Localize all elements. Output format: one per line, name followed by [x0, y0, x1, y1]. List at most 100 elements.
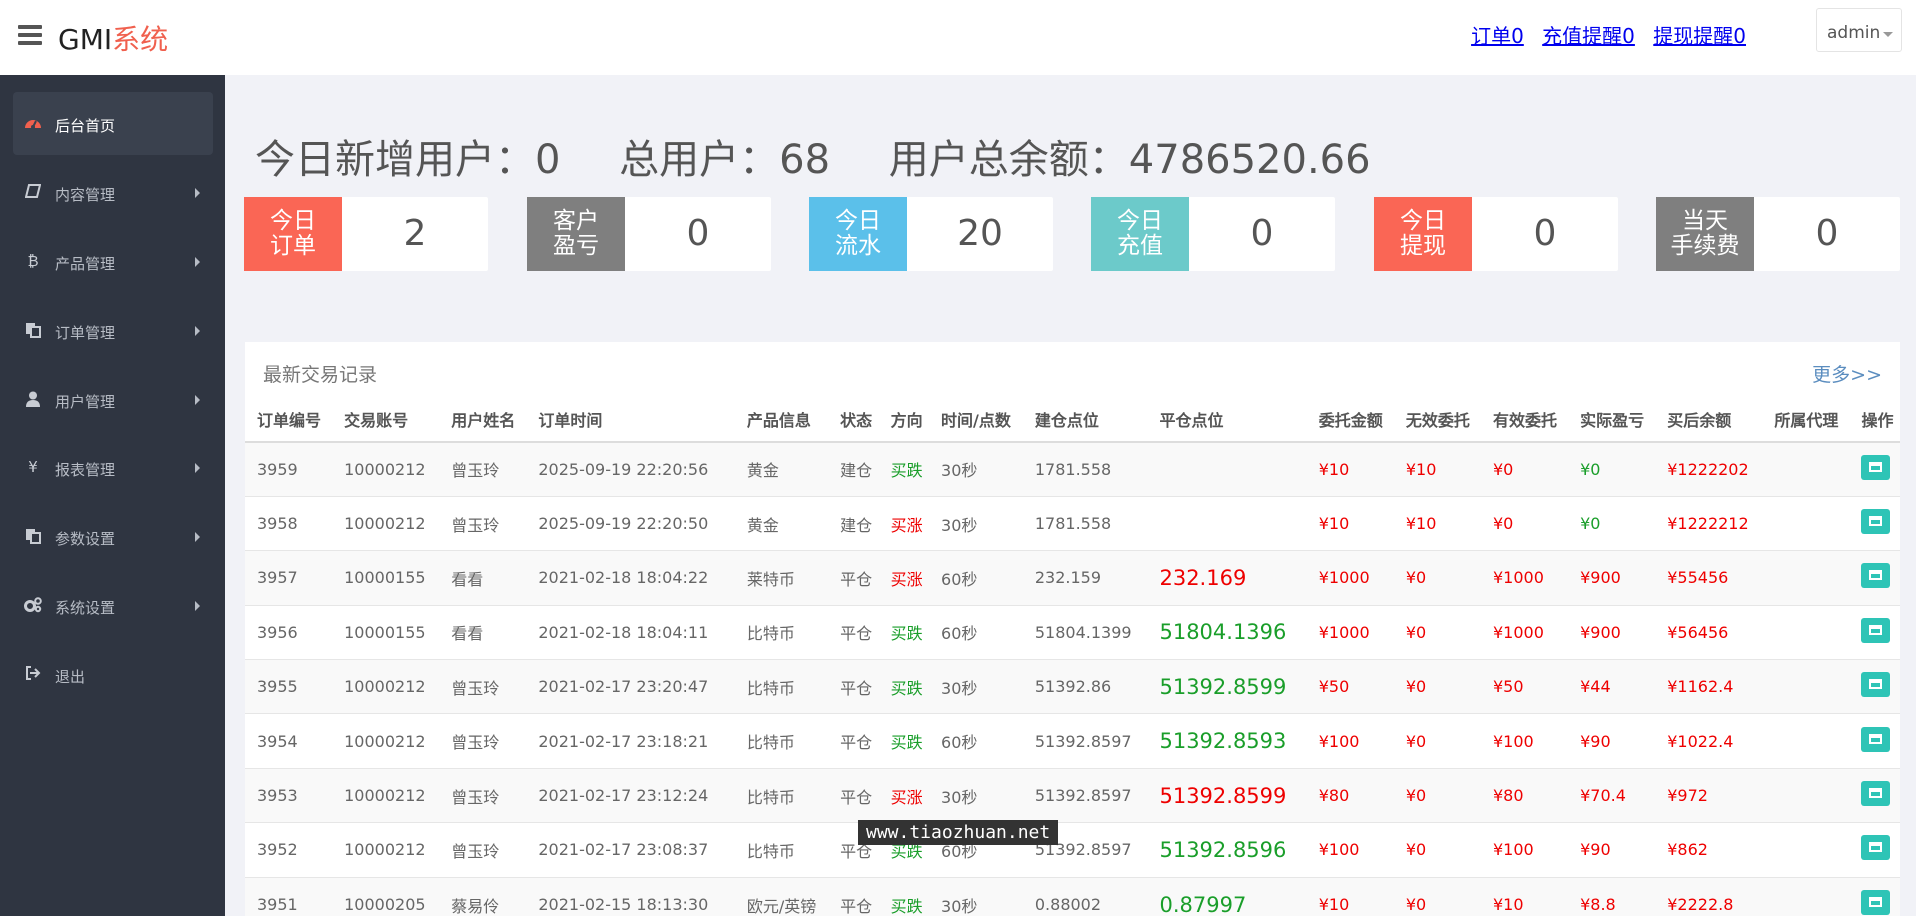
- user-dropdown[interactable]: admin: [1816, 8, 1902, 52]
- stat-card-pnl: 客户 盈亏 0: [527, 197, 771, 271]
- cell-id: 3953: [245, 767, 333, 823]
- cell-product: 比特币: [734, 604, 829, 660]
- top-links: 订单0 充值提醒0 提现提醒0: [1459, 20, 1746, 49]
- stat-card-value: 20: [957, 213, 1003, 254]
- cell-valid: ¥0: [1480, 495, 1569, 551]
- cell-id: 3958: [245, 495, 333, 551]
- cell-dir: 买涨: [878, 767, 930, 823]
- table-row[interactable]: 3959 10000212 曾玉玲 2025-09-19 22:20:56 黄金 建仓 买跌…: [245, 441, 1900, 497]
- sidebar-item-products[interactable]: ₿ 产品管理: [13, 230, 213, 293]
- sidebar-item-system[interactable]: 系统设置: [13, 574, 213, 637]
- sidebar-item-orders[interactable]: 订单管理: [13, 299, 213, 362]
- cell-dir: 买涨: [878, 495, 930, 551]
- sidebar-item-reports[interactable]: ¥ 报表管理: [13, 436, 213, 499]
- column-header: 订单编号: [245, 396, 333, 443]
- cell-time: 2025-09-19 22:20:56: [526, 441, 735, 497]
- gears-icon: [24, 597, 42, 613]
- cell-status: 建仓: [828, 495, 879, 551]
- more-link[interactable]: 更多>>: [1812, 360, 1882, 387]
- cell-amount: ¥50: [1306, 659, 1394, 714]
- cell-time: 2021-02-17 23:20:47: [526, 659, 735, 714]
- view-detail-button[interactable]: [1861, 563, 1891, 589]
- sidebar-item-home[interactable]: 后台首页: [13, 92, 213, 155]
- sidebar: 后台首页 内容管理 ₿ 产品管理 订单管理 用户管理 ¥ 报表管理 参数设置 系…: [0, 75, 225, 916]
- view-detail-button[interactable]: [1861, 509, 1891, 535]
- sidebar-item-params[interactable]: 参数设置: [13, 505, 213, 568]
- sidebar-item-content[interactable]: 内容管理: [13, 161, 213, 224]
- cell-status: 平仓: [828, 550, 879, 606]
- cell-amount: ¥100: [1306, 713, 1394, 769]
- stat-card-value: 0: [1533, 213, 1557, 254]
- cell-agent: [1762, 822, 1850, 878]
- cell-agent: [1762, 495, 1850, 551]
- table-row[interactable]: 3951 10000205 蔡易伶 2021-02-15 18:13:30 欧元/英镑平…: [245, 876, 1900, 916]
- orders-alert-link[interactable]: 订单0: [1471, 24, 1524, 48]
- table-row[interactable]: 3958 10000212 曾玉玲 2025-09-19 22:20:50 黄金 建仓 买涨…: [245, 495, 1900, 551]
- cell-name: 看看: [439, 550, 527, 606]
- brand-logo[interactable]: GMI系统: [58, 18, 168, 58]
- cell-close: 51804.1396: [1147, 604, 1307, 660]
- cell-action: [1849, 767, 1900, 823]
- cell-amount: ¥100: [1306, 822, 1394, 878]
- stat-card-value: 2: [403, 213, 427, 254]
- cell-close: [1147, 495, 1307, 551]
- cell-open: 1781.558: [1022, 441, 1148, 497]
- withdraw-alert-link[interactable]: 提现提醒0: [1653, 24, 1746, 48]
- stat-card-label: 今日 提现: [1374, 197, 1472, 271]
- dashboard-icon: [24, 115, 42, 131]
- column-header: 用户姓名: [439, 396, 527, 443]
- cell-dir: 买跌: [878, 441, 930, 497]
- view-detail-button[interactable]: [1861, 835, 1891, 861]
- cell-valid: ¥100: [1480, 713, 1569, 769]
- cell-invalid: ¥10: [1393, 495, 1481, 551]
- cell-after: ¥2222.8: [1655, 876, 1763, 916]
- cell-name: 曾玉玲: [439, 441, 527, 497]
- view-detail-button[interactable]: [1861, 890, 1891, 916]
- cell-product: 黄金: [734, 495, 829, 551]
- table-row[interactable]: 3953 10000212 曾玉玲 2021-02-17 23:12:24 比特币 平仓买…: [245, 767, 1900, 823]
- table-row[interactable]: 3957 10000155 看看 2021-02-18 18:04:22 莱特币 平仓 买涨…: [245, 550, 1900, 606]
- cell-pnl: ¥900: [1568, 550, 1656, 606]
- cell-after: ¥1022.4: [1655, 713, 1763, 769]
- menu-icon[interactable]: [18, 25, 42, 45]
- cell-product: 欧元/英镑: [734, 876, 829, 916]
- cell-valid: ¥80: [1480, 767, 1569, 823]
- table-row[interactable]: 3955 10000212 曾玉玲 2021-02-17 23:20:47 比特币 平仓买…: [245, 659, 1900, 714]
- recharge-alert-link[interactable]: 充值提醒0: [1542, 24, 1635, 48]
- cell-account: 10000155: [332, 550, 440, 606]
- cell-close: [1147, 441, 1307, 497]
- cell-action: [1849, 441, 1900, 497]
- cell-account: 10000212: [332, 767, 440, 823]
- cell-dir: 买跌: [878, 713, 930, 769]
- view-detail-button[interactable]: [1861, 617, 1891, 643]
- cell-id: 3956: [245, 604, 333, 660]
- sign-out-icon: [24, 666, 42, 682]
- stat-card-value: 0: [1815, 213, 1839, 254]
- view-detail-button[interactable]: [1861, 454, 1891, 480]
- cell-dir: 买涨: [878, 550, 930, 606]
- cell-valid: ¥10: [1480, 876, 1569, 916]
- cell-account: 10000212: [332, 495, 440, 551]
- view-detail-button[interactable]: [1861, 672, 1891, 698]
- cell-period: 30秒: [929, 876, 1023, 916]
- cell-open: 0.88002: [1022, 876, 1148, 916]
- table-row[interactable]: 3952 10000212 曾玉玲 2021-02-17 23:08:37 比特币 平仓买…: [245, 822, 1900, 878]
- table-row[interactable]: 3954 10000212 曾玉玲 2021-02-17 23:18:21 比特币 平仓买…: [245, 713, 1900, 769]
- cell-close: 51392.8593: [1147, 713, 1307, 769]
- sidebar-item-logout[interactable]: 退出: [13, 643, 213, 706]
- book-icon: [24, 184, 42, 200]
- cell-name: 曾玉玲: [439, 495, 527, 551]
- sidebar-item-label: 参数设置: [55, 530, 116, 548]
- cell-time: 2025-09-19 22:20:50: [526, 495, 735, 551]
- cell-action: [1849, 659, 1900, 714]
- user-icon: [24, 391, 42, 407]
- cell-valid: ¥1000: [1480, 604, 1569, 660]
- view-detail-button[interactable]: [1861, 726, 1891, 752]
- sidebar-item-users[interactable]: 用户管理: [13, 368, 213, 431]
- cell-period: 60秒: [929, 604, 1023, 660]
- view-detail-button[interactable]: [1861, 781, 1891, 807]
- cell-status: 平仓: [828, 713, 879, 769]
- table-row[interactable]: 3956 10000155 看看 2021-02-18 18:04:11 比特币 平仓 买跌…: [245, 604, 1900, 660]
- cell-account: 10000212: [332, 659, 440, 714]
- stat-card-fee: 当天 手续费 0: [1656, 197, 1900, 271]
